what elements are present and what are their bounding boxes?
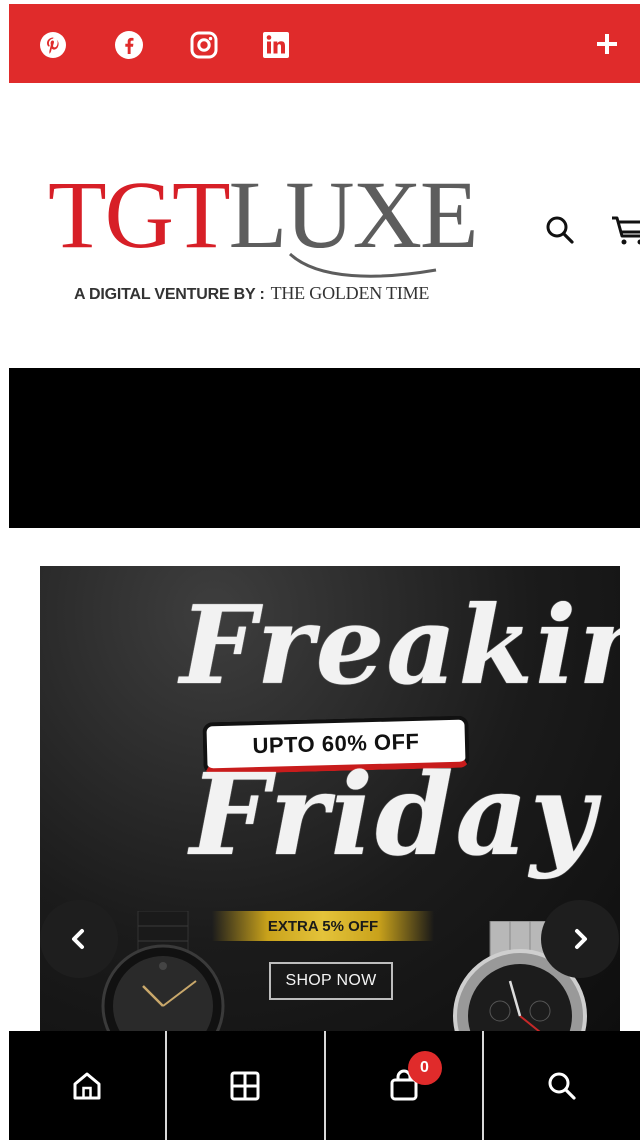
logo-tagline: A DIGITAL VENTURE BY : THE GOLDEN TIME bbox=[74, 283, 429, 304]
carousel-next-button[interactable] bbox=[541, 900, 619, 978]
banner-headline-1: Freakin bbox=[180, 583, 620, 709]
home-icon bbox=[73, 1072, 101, 1099]
logo-tgt: TGT bbox=[48, 161, 231, 268]
grid-icon bbox=[230, 1071, 260, 1100]
carousel-prev-button[interactable] bbox=[40, 900, 118, 978]
linkedin-icon[interactable] bbox=[261, 30, 291, 60]
nav-home[interactable] bbox=[9, 1031, 168, 1140]
nav-cart[interactable]: 0 bbox=[326, 1031, 484, 1140]
pinterest-icon[interactable] bbox=[38, 30, 68, 60]
tagline-brand: THE GOLDEN TIME bbox=[270, 283, 430, 303]
logo-swoosh bbox=[288, 252, 437, 278]
tagline-prefix: A DIGITAL VENTURE BY : bbox=[74, 286, 265, 303]
banner-headline-2: Friday bbox=[190, 750, 598, 881]
nav-search[interactable] bbox=[484, 1031, 640, 1140]
announcement-bar bbox=[9, 368, 640, 528]
shop-now-button[interactable]: SHOP NOW bbox=[269, 962, 393, 1000]
chevron-left-icon bbox=[72, 929, 84, 949]
search-icon bbox=[548, 1072, 576, 1100]
social-topbar bbox=[9, 4, 640, 83]
plus-icon[interactable] bbox=[592, 26, 622, 62]
bottom-nav: 0 bbox=[9, 1031, 640, 1140]
cart-count-badge: 0 bbox=[407, 1051, 442, 1085]
facebook-icon[interactable] bbox=[114, 30, 144, 60]
site-logo[interactable]: TGTLUXE A DIGITAL VENTURE BY : THE GOLDEN… bbox=[48, 165, 528, 305]
nav-categories[interactable] bbox=[167, 1031, 326, 1140]
chevron-right-icon bbox=[575, 929, 587, 949]
cart-icon[interactable] bbox=[610, 208, 640, 250]
search-icon[interactable] bbox=[540, 210, 580, 250]
extra-offer-badge: EXTRA 5% OFF bbox=[212, 911, 434, 941]
instagram-icon[interactable] bbox=[189, 30, 219, 60]
promo-banner[interactable]: Freakin UPTO 60% OFF Friday EXTRA 5% OFF… bbox=[40, 566, 620, 1036]
